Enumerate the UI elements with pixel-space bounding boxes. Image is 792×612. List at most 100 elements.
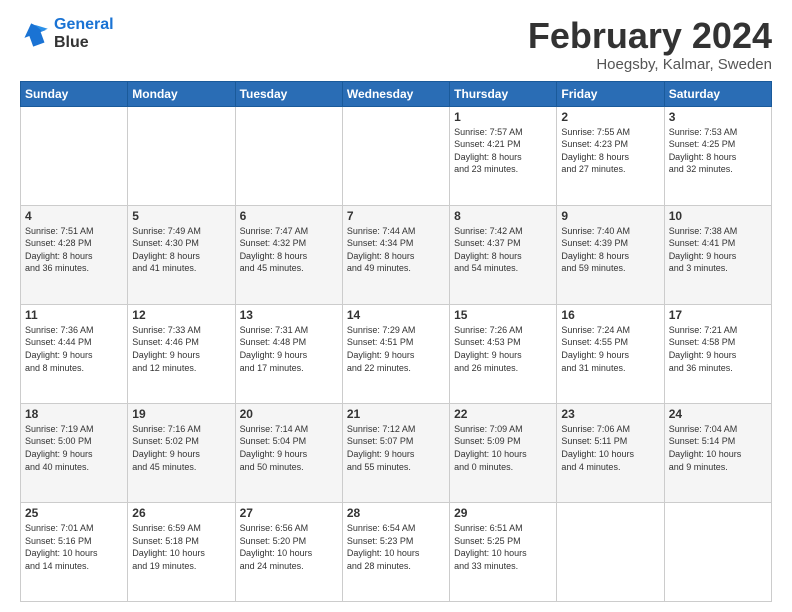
calendar-cell: 16 Sunrise: 7:24 AM Sunset: 4:55 PM Dayli…	[557, 304, 664, 403]
calendar-cell	[235, 106, 342, 205]
day-content: Sunrise: 7:44 AM Sunset: 4:34 PM Dayligh…	[347, 225, 445, 275]
day-content: Sunrise: 6:54 AM Sunset: 5:23 PM Dayligh…	[347, 522, 445, 572]
day-content: Sunrise: 7:21 AM Sunset: 4:58 PM Dayligh…	[669, 324, 767, 374]
day-content: Sunrise: 7:14 AM Sunset: 5:04 PM Dayligh…	[240, 423, 338, 473]
calendar-cell	[664, 502, 771, 601]
calendar-cell	[342, 106, 449, 205]
calendar-week-0: 1 Sunrise: 7:57 AM Sunset: 4:21 PM Daylig…	[21, 106, 772, 205]
day-number: 19	[132, 407, 230, 421]
calendar-cell: 8Sunrise: 7:42 AM Sunset: 4:37 PM Daylig…	[450, 205, 557, 304]
calendar-cell: 27Sunrise: 6:56 AM Sunset: 5:20 PM Dayli…	[235, 502, 342, 601]
day-number: 22	[454, 407, 552, 421]
day-number: 17	[669, 308, 767, 322]
day-number: 14	[347, 308, 445, 322]
day-content: Sunrise: 7:33 AM Sunset: 4:46 PM Dayligh…	[132, 324, 230, 374]
page: General Blue February 2024 Hoegsby, Kalm…	[0, 0, 792, 612]
day-number: 1	[454, 110, 552, 124]
day-content: Sunrise: 6:56 AM Sunset: 5:20 PM Dayligh…	[240, 522, 338, 572]
day-number: 4	[25, 209, 123, 223]
calendar-cell: 12 Sunrise: 7:33 AM Sunset: 4:46 PM Dayli…	[128, 304, 235, 403]
day-number: 6	[240, 209, 338, 223]
calendar-cell: 25Sunrise: 7:01 AM Sunset: 5:16 PM Dayli…	[21, 502, 128, 601]
day-content: Sunrise: 7:04 AM Sunset: 5:14 PM Dayligh…	[669, 423, 767, 473]
day-content: Sunrise: 7:53 AM Sunset: 4:25 PM Dayligh…	[669, 126, 767, 176]
day-number: 23	[561, 407, 659, 421]
calendar-cell: 26Sunrise: 6:59 AM Sunset: 5:18 PM Dayli…	[128, 502, 235, 601]
day-content: Sunrise: 7:26 AM Sunset: 4:53 PM Dayligh…	[454, 324, 552, 374]
weekday-header-saturday: Saturday	[664, 81, 771, 106]
calendar-cell: 4 Sunrise: 7:51 AM Sunset: 4:28 PM Daylig…	[21, 205, 128, 304]
day-content: Sunrise: 7:31 AM Sunset: 4:48 PM Dayligh…	[240, 324, 338, 374]
day-content: Sunrise: 7:09 AM Sunset: 5:09 PM Dayligh…	[454, 423, 552, 473]
calendar-cell: 15 Sunrise: 7:26 AM Sunset: 4:53 PM Dayli…	[450, 304, 557, 403]
day-number: 21	[347, 407, 445, 421]
calendar-week-4: 25Sunrise: 7:01 AM Sunset: 5:16 PM Dayli…	[21, 502, 772, 601]
day-number: 3	[669, 110, 767, 124]
calendar-week-2: 11 Sunrise: 7:36 AM Sunset: 4:44 PM Dayli…	[21, 304, 772, 403]
calendar-cell: 29 Sunrise: 6:51 AM Sunset: 5:25 PM Dayli…	[450, 502, 557, 601]
day-number: 11	[25, 308, 123, 322]
day-content: Sunrise: 7:49 AM Sunset: 4:30 PM Dayligh…	[132, 225, 230, 275]
day-content: Sunrise: 7:57 AM Sunset: 4:21 PM Dayligh…	[454, 126, 552, 176]
calendar-cell: 7 Sunrise: 7:44 AM Sunset: 4:34 PM Daylig…	[342, 205, 449, 304]
day-content: Sunrise: 7:47 AM Sunset: 4:32 PM Dayligh…	[240, 225, 338, 275]
header: General Blue February 2024 Hoegsby, Kalm…	[20, 16, 772, 73]
day-number: 20	[240, 407, 338, 421]
calendar-cell: 28 Sunrise: 6:54 AM Sunset: 5:23 PM Dayli…	[342, 502, 449, 601]
calendar-cell	[128, 106, 235, 205]
day-number: 29	[454, 506, 552, 520]
day-content: Sunrise: 6:51 AM Sunset: 5:25 PM Dayligh…	[454, 522, 552, 572]
title-block: February 2024 Hoegsby, Kalmar, Sweden	[528, 16, 772, 73]
calendar-cell: 23 Sunrise: 7:06 AM Sunset: 5:11 PM Dayli…	[557, 403, 664, 502]
weekday-header-thursday: Thursday	[450, 81, 557, 106]
day-number: 7	[347, 209, 445, 223]
calendar-week-3: 18Sunrise: 7:19 AM Sunset: 5:00 PM Dayli…	[21, 403, 772, 502]
logo: General Blue	[20, 16, 114, 51]
calendar-table: SundayMondayTuesdayWednesdayThursdayFrid…	[20, 81, 772, 602]
logo-text: General Blue	[54, 16, 114, 51]
calendar-cell: 18Sunrise: 7:19 AM Sunset: 5:00 PM Dayli…	[21, 403, 128, 502]
day-content: Sunrise: 7:36 AM Sunset: 4:44 PM Dayligh…	[25, 324, 123, 374]
day-content: Sunrise: 7:12 AM Sunset: 5:07 PM Dayligh…	[347, 423, 445, 473]
day-number: 5	[132, 209, 230, 223]
day-content: Sunrise: 7:42 AM Sunset: 4:37 PM Dayligh…	[454, 225, 552, 275]
calendar-cell: 13Sunrise: 7:31 AM Sunset: 4:48 PM Dayli…	[235, 304, 342, 403]
calendar-cell: 2Sunrise: 7:55 AM Sunset: 4:23 PM Daylig…	[557, 106, 664, 205]
day-content: Sunrise: 7:40 AM Sunset: 4:39 PM Dayligh…	[561, 225, 659, 275]
weekday-header-sunday: Sunday	[21, 81, 128, 106]
calendar-cell: 10 Sunrise: 7:38 AM Sunset: 4:41 PM Dayli…	[664, 205, 771, 304]
weekday-header-monday: Monday	[128, 81, 235, 106]
calendar-cell: 24 Sunrise: 7:04 AM Sunset: 5:14 PM Dayli…	[664, 403, 771, 502]
day-content: Sunrise: 7:16 AM Sunset: 5:02 PM Dayligh…	[132, 423, 230, 473]
day-number: 10	[669, 209, 767, 223]
logo-icon	[20, 19, 50, 49]
calendar-cell: 20 Sunrise: 7:14 AM Sunset: 5:04 PM Dayli…	[235, 403, 342, 502]
day-content: Sunrise: 7:24 AM Sunset: 4:55 PM Dayligh…	[561, 324, 659, 374]
day-content: Sunrise: 7:06 AM Sunset: 5:11 PM Dayligh…	[561, 423, 659, 473]
calendar-cell: 19 Sunrise: 7:16 AM Sunset: 5:02 PM Dayli…	[128, 403, 235, 502]
calendar-cell: 22 Sunrise: 7:09 AM Sunset: 5:09 PM Dayli…	[450, 403, 557, 502]
day-content: Sunrise: 7:51 AM Sunset: 4:28 PM Dayligh…	[25, 225, 123, 275]
month-title: February 2024	[528, 16, 772, 56]
day-number: 2	[561, 110, 659, 124]
calendar-cell: 11 Sunrise: 7:36 AM Sunset: 4:44 PM Dayli…	[21, 304, 128, 403]
day-number: 24	[669, 407, 767, 421]
day-content: Sunrise: 7:29 AM Sunset: 4:51 PM Dayligh…	[347, 324, 445, 374]
calendar-cell: 9Sunrise: 7:40 AM Sunset: 4:39 PM Daylig…	[557, 205, 664, 304]
calendar-cell: 6 Sunrise: 7:47 AM Sunset: 4:32 PM Daylig…	[235, 205, 342, 304]
weekday-header-tuesday: Tuesday	[235, 81, 342, 106]
calendar-cell: 1 Sunrise: 7:57 AM Sunset: 4:21 PM Daylig…	[450, 106, 557, 205]
location-subtitle: Hoegsby, Kalmar, Sweden	[528, 56, 772, 73]
day-number: 15	[454, 308, 552, 322]
day-number: 26	[132, 506, 230, 520]
day-content: Sunrise: 7:38 AM Sunset: 4:41 PM Dayligh…	[669, 225, 767, 275]
day-number: 28	[347, 506, 445, 520]
calendar-cell	[21, 106, 128, 205]
weekday-header-friday: Friday	[557, 81, 664, 106]
calendar-cell: 3 Sunrise: 7:53 AM Sunset: 4:25 PM Daylig…	[664, 106, 771, 205]
calendar-cell: 21 Sunrise: 7:12 AM Sunset: 5:07 PM Dayli…	[342, 403, 449, 502]
day-number: 12	[132, 308, 230, 322]
day-number: 16	[561, 308, 659, 322]
calendar-week-1: 4 Sunrise: 7:51 AM Sunset: 4:28 PM Daylig…	[21, 205, 772, 304]
day-number: 18	[25, 407, 123, 421]
